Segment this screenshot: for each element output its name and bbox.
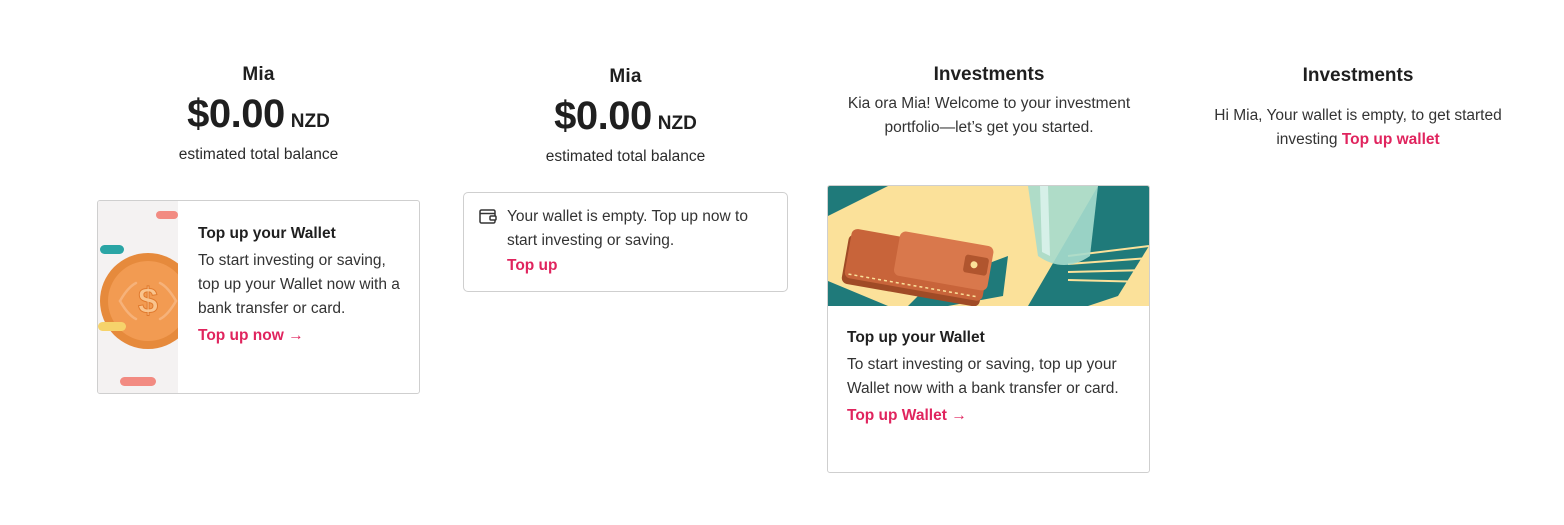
top-up-wallet-label[interactable]: Top up Wallet [847,407,947,424]
topup-card-compact: $ Top up your Wallet To start investing … [97,200,420,394]
page-title: Investments [933,64,1045,85]
balance-subtitle: estimated total balance [178,146,339,163]
empty-wallet-notice: Your wallet is empty. Top up now to star… [463,192,788,292]
card-body: To start investing or saving, top up you… [847,356,1119,397]
panel-balance-1: Mia $0.00 NZD estimated total balance [97,64,420,164]
top-up-now-label[interactable]: Top up now [198,327,284,344]
account-name: Mia [242,64,275,85]
currency-code: NZD [657,113,697,134]
coin-icon: $ [98,211,196,386]
panel-investments-welcome: Investments Kia ora Mia! Welcome to your… [828,64,1150,140]
card-title: Top up your Wallet [198,225,336,242]
wallet-illustration [828,186,1149,306]
panel-balance-2: Mia $0.00 NZD estimated total balance [463,66,788,166]
balance-amount: $0.00 [187,92,285,136]
account-name: Mia [609,66,642,87]
top-up-wallet-link[interactable]: Top up Wallet → [847,407,1137,425]
top-up-now-link[interactable]: Top up now → [198,327,408,345]
wallet-icon [479,208,497,230]
svg-text:$: $ [138,280,158,321]
balance-subtitle: estimated total balance [545,148,706,165]
notice-text: Your wallet is empty. Top up now to star… [507,208,748,249]
card-title: Top up your Wallet [847,329,985,346]
balance-row: $0.00 NZD [97,94,420,134]
page-title: Investments [1302,65,1414,86]
card-body: To start investing or saving, top up you… [198,252,400,317]
topup-card-illustrated: Top up your Wallet To start investing or… [827,185,1150,473]
empty-wallet-message: Hi Mia, Your wallet is empty, to get sta… [1200,104,1516,152]
arrow-right-icon: → [951,407,967,424]
balance-amount: $0.00 [554,94,652,138]
arrow-right-icon: → [288,327,304,344]
coin-illustration: $ [98,201,196,393]
top-up-wallet-inline-link[interactable]: Top up wallet [1342,131,1440,148]
balance-row: $0.00 NZD [463,96,788,136]
currency-code: NZD [290,111,330,132]
welcome-text: Kia ora Mia! Welcome to your investment … [847,95,1131,136]
top-up-link[interactable]: Top up [507,257,777,275]
panel-investments-empty: Investments Hi Mia, Your wallet is empty… [1200,65,1516,152]
